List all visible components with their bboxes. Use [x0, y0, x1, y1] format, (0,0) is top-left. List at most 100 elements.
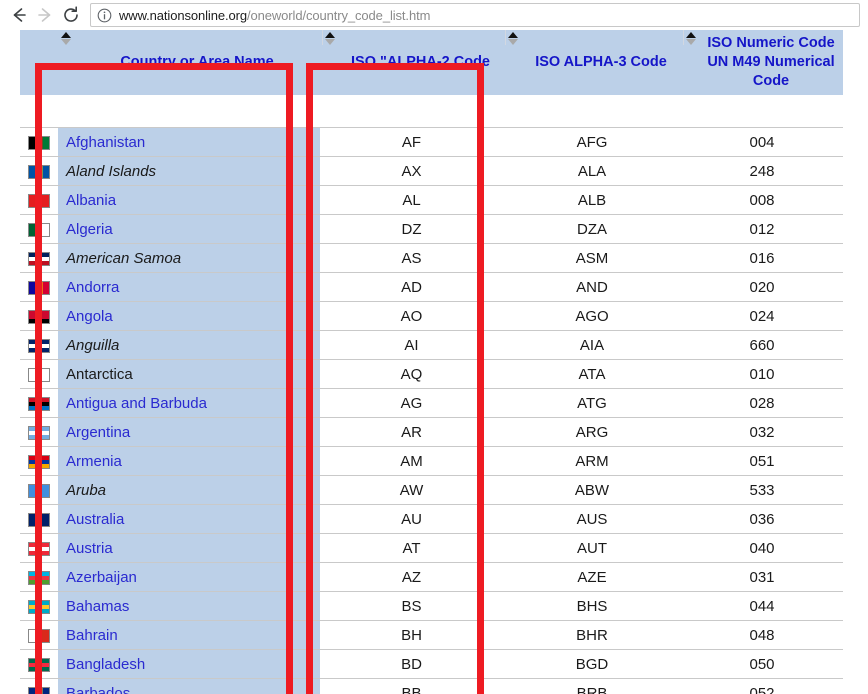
header-alpha2[interactable]: ISO "ALPHA-2 Code: [320, 30, 503, 95]
country-name-cell[interactable]: Bahrain: [58, 621, 320, 650]
alpha2-code-cell: AM: [320, 447, 503, 476]
flag-cell: [20, 186, 58, 215]
numeric-code-cell: 050: [681, 650, 843, 679]
alpha2-code-cell: AO: [320, 302, 503, 331]
reload-button[interactable]: [58, 2, 84, 28]
flag-icon: [28, 571, 50, 585]
flag-icon: [28, 397, 50, 411]
country-name-cell[interactable]: Austria: [58, 534, 320, 563]
forward-button: [32, 2, 58, 28]
flag-cell: [20, 476, 58, 505]
country-name-cell[interactable]: Armenia: [58, 447, 320, 476]
numeric-code-cell: 048: [681, 621, 843, 650]
flag-icon: [28, 339, 50, 353]
flag-cell: [20, 418, 58, 447]
country-name-cell[interactable]: Albania: [58, 186, 320, 215]
numeric-code-cell: 044: [681, 592, 843, 621]
url-domain: www.nationsonline.org: [119, 8, 247, 23]
numeric-code-cell: 024: [681, 302, 843, 331]
table-row: BangladeshBDBGD050: [20, 650, 843, 679]
country-name-cell[interactable]: Afghanistan: [58, 128, 320, 157]
alpha2-code-cell: AU: [320, 505, 503, 534]
header-numeric[interactable]: ISO Numeric Code UN M49 Numerical Code: [681, 30, 843, 95]
alpha3-code-cell: AIA: [503, 331, 681, 360]
table-row: AzerbaijanAZAZE031: [20, 563, 843, 592]
flag-icon: [28, 194, 50, 208]
country-name-cell[interactable]: Andorra: [58, 273, 320, 302]
header-country-name[interactable]: Country or Area Name: [58, 30, 320, 95]
table-row: AlgeriaDZDZA012: [20, 215, 843, 244]
table-row: AnguillaAIAIA660: [20, 331, 843, 360]
flag-cell: [20, 331, 58, 360]
flag-cell: [20, 650, 58, 679]
country-name-cell[interactable]: Antigua and Barbuda: [58, 389, 320, 418]
table-header: Country or Area Name ISO "ALPHA-2 Code: [20, 30, 843, 95]
header-numeric-line3: Code: [753, 73, 789, 89]
back-button[interactable]: [6, 2, 32, 28]
country-name-cell[interactable]: Argentina: [58, 418, 320, 447]
country-name-cell[interactable]: Algeria: [58, 215, 320, 244]
alpha2-code-cell: BS: [320, 592, 503, 621]
alpha2-code-cell: AR: [320, 418, 503, 447]
flag-cell: [20, 157, 58, 186]
flag-icon: [28, 600, 50, 614]
spacer-row: [20, 95, 843, 128]
sort-arrows-icon[interactable]: [683, 30, 697, 45]
alpha3-code-cell: ABW: [503, 476, 681, 505]
table-row: AndorraADAND020: [20, 273, 843, 302]
flag-cell: [20, 534, 58, 563]
alpha3-code-cell: DZA: [503, 215, 681, 244]
flag-icon: [28, 426, 50, 440]
header-alpha3[interactable]: ISO ALPHA-3 Code: [503, 30, 681, 95]
alpha2-code-cell: AQ: [320, 360, 503, 389]
alpha2-code-cell: AS: [320, 244, 503, 273]
numeric-code-cell: 051: [681, 447, 843, 476]
sort-arrows-icon[interactable]: [322, 30, 336, 45]
country-name-cell[interactable]: Barbados: [58, 679, 320, 694]
numeric-code-cell: 008: [681, 186, 843, 215]
alpha3-code-cell: AFG: [503, 128, 681, 157]
browser-toolbar: www.nationsonline.org/oneworld/country_c…: [0, 0, 868, 30]
country-name-cell[interactable]: Bangladesh: [58, 650, 320, 679]
reload-icon: [61, 5, 81, 25]
spacer-cell: [20, 95, 58, 128]
forward-arrow-icon: [35, 5, 55, 25]
numeric-code-cell: 052: [681, 679, 843, 694]
alpha2-code-cell: AT: [320, 534, 503, 563]
country-name-cell[interactable]: Angola: [58, 302, 320, 331]
page-content: Country or Area Name ISO "ALPHA-2 Code: [0, 30, 868, 694]
header-country-name-label: Country or Area Name: [74, 53, 320, 72]
flag-cell: [20, 389, 58, 418]
alpha2-code-cell: BH: [320, 621, 503, 650]
numeric-code-cell: 016: [681, 244, 843, 273]
flag-cell: [20, 360, 58, 389]
flag-cell: [20, 592, 58, 621]
flag-icon: [28, 368, 50, 382]
flag-icon: [28, 310, 50, 324]
info-circle-icon[interactable]: [97, 8, 112, 23]
flag-cell: [20, 128, 58, 157]
address-bar[interactable]: www.nationsonline.org/oneworld/country_c…: [90, 3, 860, 27]
flag-icon: [28, 542, 50, 556]
sort-arrows-icon[interactable]: [505, 30, 519, 45]
flag-cell: [20, 302, 58, 331]
header-numeric-line1: ISO Numeric Code: [707, 35, 834, 51]
table-row: ArubaAWABW533: [20, 476, 843, 505]
alpha3-code-cell: AND: [503, 273, 681, 302]
alpha2-code-cell: BB: [320, 679, 503, 694]
table-row: BahamasBSBHS044: [20, 592, 843, 621]
table-row: AustriaATAUT040: [20, 534, 843, 563]
header-alpha2-label: ISO "ALPHA-2 Code: [338, 53, 503, 72]
header-numeric-line2: UN M49 Numerical: [707, 54, 834, 70]
numeric-code-cell: 031: [681, 563, 843, 592]
country-name-cell[interactable]: Australia: [58, 505, 320, 534]
country-name-cell[interactable]: Bahamas: [58, 592, 320, 621]
table-row: AustraliaAUAUS036: [20, 505, 843, 534]
country-name-cell[interactable]: Azerbaijan: [58, 563, 320, 592]
alpha2-code-cell: BD: [320, 650, 503, 679]
country-name-cell: Aruba: [58, 476, 320, 505]
numeric-code-cell: 012: [681, 215, 843, 244]
spacer-cell: [58, 95, 320, 128]
header-row: Country or Area Name ISO "ALPHA-2 Code: [20, 30, 843, 95]
sort-arrows-icon[interactable]: [60, 30, 72, 45]
